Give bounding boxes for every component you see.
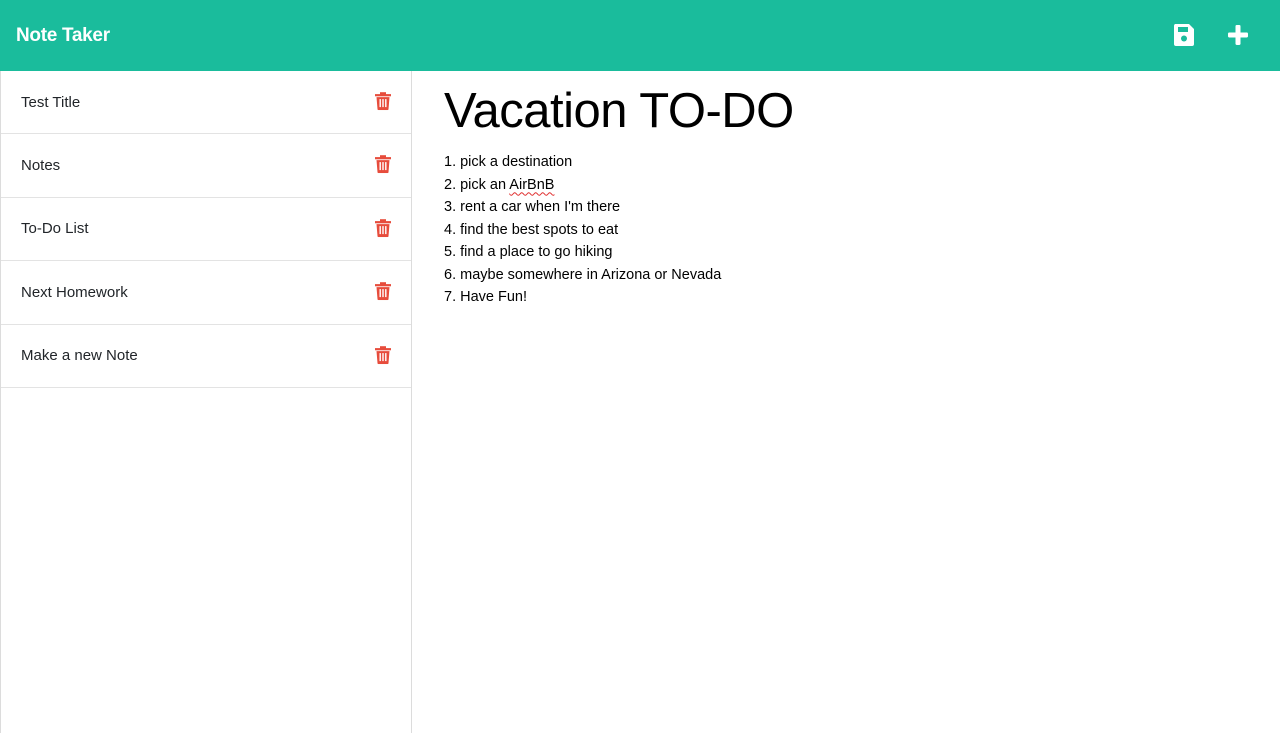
note-item-title: Next Homework xyxy=(21,283,128,301)
note-body-textarea[interactable]: 1. pick a destination 2. pick an AirBnB … xyxy=(444,151,1280,309)
note-line: 2. pick an AirBnB xyxy=(444,174,1280,197)
list-item[interactable]: Make a new Note xyxy=(1,325,411,388)
trash-icon[interactable] xyxy=(375,218,391,237)
note-line: 3. rent a car when I'm there xyxy=(444,199,621,215)
navbar: Note Taker xyxy=(0,0,1280,71)
note-line: 7. Have Fun! xyxy=(444,289,528,305)
note-line: 1. pick a destination xyxy=(444,154,573,170)
note-item-title: Test Title xyxy=(21,93,81,111)
note-item-title: Make a new Note xyxy=(21,347,138,365)
new-note-button[interactable] xyxy=(1224,20,1252,50)
list-item[interactable]: Test Title xyxy=(1,71,411,134)
brand-title[interactable]: Note Taker xyxy=(16,25,110,47)
note-line: 4. find the best spots to eat xyxy=(444,221,619,238)
note-line-text: 2. pick an xyxy=(444,176,510,193)
save-note-button[interactable] xyxy=(1170,20,1198,50)
trash-icon[interactable] xyxy=(375,345,391,364)
misspelled-word: AirBnB xyxy=(509,176,555,193)
trash-icon[interactable] xyxy=(375,282,391,301)
list-item[interactable]: Next Homework xyxy=(1,261,411,325)
trash-icon[interactable] xyxy=(375,92,391,111)
list-item[interactable]: Notes xyxy=(1,134,411,198)
note-editor: Vacation TO-DO 1. pick a destination 2. … xyxy=(412,71,1280,733)
note-line: 5. find a place to go hiking xyxy=(444,244,613,260)
note-item-title: Notes xyxy=(21,156,61,174)
note-line: 6. maybe somewhere in Arizona or Nevada xyxy=(444,266,722,283)
list-item[interactable]: To-Do List xyxy=(1,198,411,261)
plus-icon xyxy=(1228,25,1248,45)
note-list: Test Title Notes To-Do List Next Homewor… xyxy=(1,71,411,388)
notes-sidebar: Test Title Notes To-Do List Next Homewor… xyxy=(0,71,412,733)
trash-icon[interactable] xyxy=(375,155,391,174)
note-title-input[interactable]: Vacation TO-DO xyxy=(444,83,1244,139)
save-icon xyxy=(1173,24,1194,46)
note-item-title: To-Do List xyxy=(21,220,89,238)
